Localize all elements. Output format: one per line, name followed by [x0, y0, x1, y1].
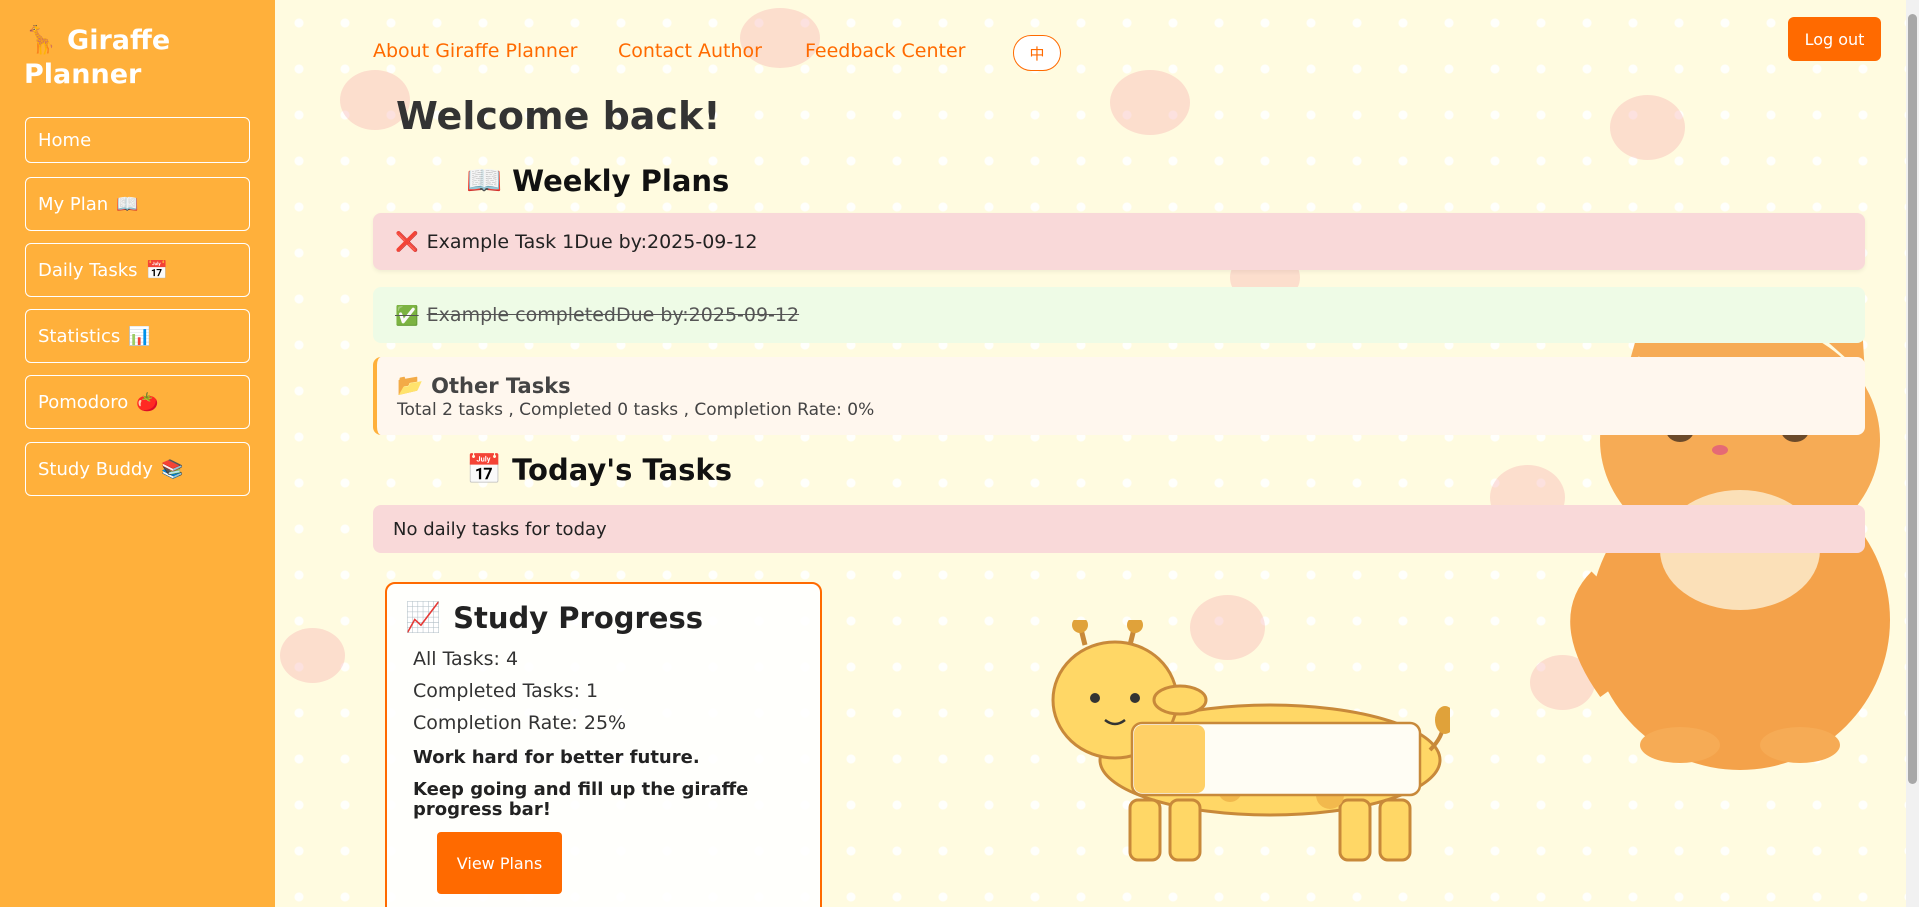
study-progress-heading: 📈 Study Progress: [405, 600, 703, 635]
sidebar-item-daily-tasks[interactable]: Daily Tasks 📅: [25, 243, 250, 297]
task-row-completed[interactable]: ✅ Example completedDue by:2025-09-12: [373, 287, 1865, 343]
no-tasks-message: No daily tasks for today: [373, 505, 1865, 553]
sidebar-item-label: Statistics: [38, 325, 121, 347]
sidebar-item-my-plan[interactable]: My Plan 📖: [25, 177, 250, 231]
giraffe-progress-bar: [1051, 620, 1450, 862]
completed-tasks-stat: Completed Tasks: 1: [413, 680, 599, 702]
chart-increasing-icon: 📈: [405, 600, 442, 634]
study-progress-title: Study Progress: [453, 600, 703, 635]
weekly-plans-title: Weekly Plans: [512, 163, 730, 198]
sidebar-item-home[interactable]: Home: [25, 117, 250, 163]
calendar-icon: 📅: [145, 259, 168, 281]
sidebar-item-label: Pomodoro: [38, 391, 129, 413]
todays-tasks-heading: 📅 Today's Tasks: [466, 452, 732, 487]
paw-print-decoration: [1610, 95, 1685, 160]
sidebar-item-study-buddy[interactable]: Study Buddy 📚: [25, 442, 250, 496]
other-tasks-heading: 📂 Other Tasks: [397, 373, 1865, 398]
page-title: Welcome back!: [396, 94, 721, 138]
task-text: Example completedDue by:2025-09-12: [426, 304, 800, 326]
motto-text: Work hard for better future.: [413, 747, 700, 768]
giraffe-icon: 🦒: [24, 25, 58, 56]
sidebar-item-pomodoro[interactable]: Pomodoro 🍅: [25, 375, 250, 429]
calendar-icon: 📅: [466, 452, 503, 486]
sidebar-item-label: My Plan: [38, 193, 109, 215]
about-link[interactable]: About Giraffe Planner: [373, 40, 577, 62]
other-tasks-title: Other Tasks: [431, 373, 571, 398]
other-tasks-stats: Total 2 tasks , Completed 0 tasks , Comp…: [397, 400, 875, 420]
feedback-link[interactable]: Feedback Center: [805, 40, 965, 62]
todays-tasks-title: Today's Tasks: [512, 452, 732, 487]
task-row-pending[interactable]: ❌ Example Task 1Due by:2025-09-12: [373, 213, 1865, 270]
weekly-plans-heading: 📖 Weekly Plans: [466, 163, 729, 198]
sidebar-item-label: Daily Tasks: [38, 259, 138, 281]
completion-rate-stat: Completion Rate: 25%: [413, 712, 627, 734]
view-plans-button[interactable]: View Plans: [437, 832, 562, 894]
paw-print-decoration: [280, 628, 345, 683]
motto-text: Keep going and fill up the giraffe progr…: [413, 779, 749, 820]
book-icon: 📖: [116, 193, 139, 215]
sidebar-item-statistics[interactable]: Statistics 📊: [25, 309, 250, 363]
paw-print-decoration: [1110, 70, 1190, 135]
tomato-icon: 🍅: [136, 391, 159, 413]
language-toggle-button[interactable]: 中: [1013, 35, 1061, 71]
logout-button[interactable]: Log out: [1788, 17, 1881, 61]
books-icon: 📚: [160, 458, 184, 480]
scrollbar-thumb[interactable]: [1908, 14, 1917, 784]
bar-chart-icon: 📊: [128, 325, 151, 347]
task-text: Example Task 1Due by:2025-09-12: [426, 230, 758, 253]
other-tasks-panel[interactable]: 📂 Other Tasks Total 2 tasks , Completed …: [373, 357, 1865, 435]
contact-link[interactable]: Contact Author: [618, 40, 762, 62]
cross-icon: ❌: [395, 231, 419, 253]
study-progress-card: 📈 Study Progress All Tasks: 4 Completed …: [385, 582, 822, 907]
check-icon: ✅: [395, 304, 419, 327]
progress-fill: [1134, 725, 1205, 793]
sidebar-item-label: Home: [38, 129, 92, 151]
all-tasks-stat: All Tasks: 4: [413, 648, 519, 670]
brand-logo[interactable]: 🦒 Giraffe Planner: [24, 24, 264, 92]
folder-icon: 📂: [397, 373, 424, 397]
sidebar-item-label: Study Buddy: [38, 458, 153, 480]
book-icon: 📖: [466, 163, 503, 197]
sidebar: 🦒 Giraffe Planner Home My Plan 📖 Daily T…: [0, 0, 275, 907]
